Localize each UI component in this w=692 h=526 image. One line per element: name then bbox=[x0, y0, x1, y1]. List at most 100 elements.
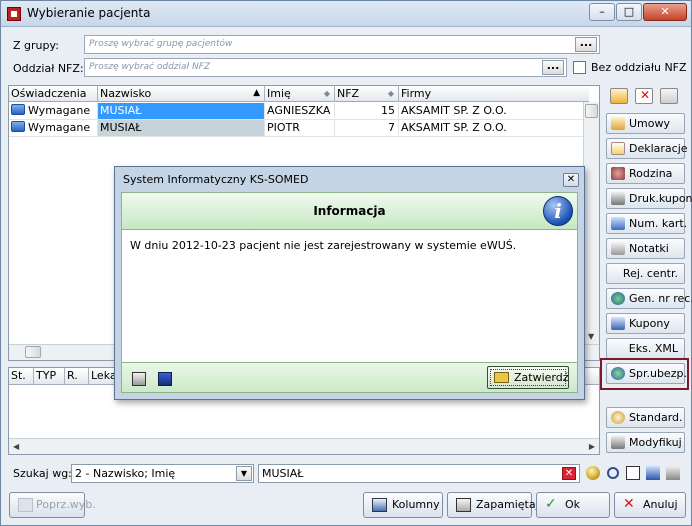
cell-nfz: 15 bbox=[335, 103, 399, 120]
standard-button[interactable]: Standard. bbox=[606, 407, 685, 428]
col-nfz[interactable]: NFZ ◆ bbox=[335, 86, 399, 102]
search-input-value: MUSIAŁ bbox=[262, 467, 304, 480]
family-icon bbox=[611, 167, 625, 180]
dialog-header-title: Informacja bbox=[313, 204, 386, 218]
export-xml-button[interactable]: Eks. XML bbox=[606, 338, 685, 359]
generate-rx-number-button[interactable]: Gen. nr rec. bbox=[606, 288, 692, 309]
scroll-left-icon[interactable]: ◀ bbox=[13, 442, 19, 451]
search-by-label: Szukaj wg: bbox=[13, 467, 72, 480]
close-button[interactable]: ✕ bbox=[643, 3, 687, 21]
notes-button[interactable]: Notatki bbox=[606, 238, 685, 259]
nfz-label: Oddział NFZ: bbox=[13, 62, 84, 75]
columns-icon bbox=[372, 498, 387, 512]
col-typ[interactable]: TYP bbox=[34, 368, 65, 384]
col-nfz-label: NFZ bbox=[337, 87, 360, 100]
network-icon[interactable] bbox=[646, 466, 660, 480]
ok-button[interactable]: ✓ Ok bbox=[536, 492, 610, 518]
scroll-right-icon[interactable]: ▶ bbox=[589, 442, 595, 451]
new-patient-icon[interactable] bbox=[610, 88, 628, 104]
col-oswiadczenia[interactable]: Oświadczenia bbox=[9, 86, 98, 102]
cell-nazwisko: MUSIAŁ bbox=[98, 103, 265, 120]
search-input[interactable]: MUSIAŁ ✕ bbox=[258, 464, 580, 483]
card-number-button[interactable]: Num. kart. bbox=[606, 213, 687, 234]
scroll-down-icon[interactable]: ▼ bbox=[588, 332, 594, 341]
declarations-button[interactable]: Deklaracje bbox=[606, 138, 688, 159]
standard-label: Standard. bbox=[629, 411, 683, 424]
contracts-button[interactable]: Umowy bbox=[606, 113, 685, 134]
ok-label: Ok bbox=[565, 498, 581, 511]
statement-icon bbox=[11, 104, 25, 115]
col-imie[interactable]: Imię ◆ bbox=[265, 86, 335, 102]
col-r[interactable]: R. bbox=[65, 368, 89, 384]
col-st[interactable]: St. bbox=[9, 368, 34, 384]
nfz-browse-button[interactable]: ... bbox=[542, 60, 564, 75]
dialog-body: W dniu 2012-10-23 pacjent nie jest zarej… bbox=[121, 230, 578, 362]
search-icon[interactable] bbox=[607, 467, 619, 479]
no-nfz-checkbox[interactable] bbox=[573, 61, 586, 74]
chevron-down-icon[interactable]: ▼ bbox=[236, 466, 252, 481]
previous-selection-button[interactable]: Poprz.wyb. bbox=[9, 492, 96, 518]
dialog-close-icon[interactable]: ✕ bbox=[563, 173, 579, 187]
remember-button[interactable]: Zapamiętaj bbox=[447, 492, 539, 518]
grid-vertical-scrollbar[interactable]: ▼ bbox=[583, 102, 599, 344]
cancel-button[interactable]: ✕ Anuluj bbox=[614, 492, 686, 518]
confirm-label: Zatwierdź bbox=[514, 371, 569, 384]
central-register-button[interactable]: Rej. centr. bbox=[606, 263, 685, 284]
app-icon bbox=[7, 7, 21, 21]
no-nfz-label: Bez oddziału NFZ bbox=[591, 61, 687, 74]
confirm-button[interactable]: Zatwierdź bbox=[487, 366, 569, 389]
previous-selection-icon bbox=[18, 498, 33, 512]
coupons-button[interactable]: Kupony bbox=[606, 313, 685, 334]
group-combo[interactable]: Proszę wybrać grupę pacjentów ... bbox=[84, 35, 600, 54]
bulb-icon[interactable] bbox=[586, 466, 600, 480]
table-row[interactable]: Wymagane MUSIAŁ AGNIESZKA 15 AKSAMIT SP.… bbox=[9, 103, 589, 120]
cell-firmy: AKSAMIT SP. Z O.O. bbox=[399, 120, 589, 137]
group-browse-button[interactable]: ... bbox=[575, 37, 597, 52]
declarations-label: Deklaracje bbox=[629, 142, 688, 155]
cell-imie: PIOTR bbox=[265, 120, 335, 137]
contracts-icon bbox=[611, 117, 625, 130]
clear-search-icon[interactable]: ✕ bbox=[562, 467, 576, 480]
cell-oswiadczenia-text: Wymagane bbox=[28, 121, 91, 134]
modify-button[interactable]: Modyfikuj bbox=[606, 432, 685, 453]
table-row[interactable]: Wymagane MUSIAŁ PIOTR 7 AKSAMIT SP. Z O.… bbox=[9, 120, 589, 137]
nfz-combo[interactable]: Proszę wybrać oddział NFZ ... bbox=[84, 58, 567, 77]
cell-oswiadczenia-text: Wymagane bbox=[28, 104, 91, 117]
notes-label: Notatki bbox=[629, 242, 669, 255]
group-placeholder: Proszę wybrać grupę pacjentów bbox=[89, 39, 233, 49]
coupons-icon bbox=[611, 317, 625, 330]
search-mode-select[interactable]: 2 - Nazwisko; Imię ▼ bbox=[71, 464, 254, 483]
text-search-icon[interactable] bbox=[626, 466, 640, 480]
group-label: Z grupy: bbox=[13, 39, 59, 52]
print-coupon-button[interactable]: Druk.kupon bbox=[606, 188, 692, 209]
col-firmy[interactable]: Firmy bbox=[399, 86, 589, 102]
window-title: Wybieranie pacjenta bbox=[27, 6, 151, 20]
check-icon: ✓ bbox=[545, 496, 557, 512]
col-imie-sort-icon: ◆ bbox=[323, 89, 330, 98]
family-button[interactable]: Rodzina bbox=[606, 163, 685, 184]
standard-icon bbox=[611, 411, 625, 424]
col-nazwisko[interactable]: Nazwisko ▲ bbox=[98, 86, 265, 102]
print-coupon-label: Druk.kupon bbox=[629, 192, 692, 205]
col-imie-label: Imię bbox=[267, 87, 291, 100]
cell-firmy: AKSAMIT SP. Z O.O. bbox=[399, 103, 589, 120]
maximize-button[interactable]: □ bbox=[616, 3, 642, 21]
cell-oswiadczenia: Wymagane bbox=[9, 120, 98, 137]
save-icon[interactable] bbox=[158, 372, 172, 386]
columns-button[interactable]: Kolumny bbox=[363, 492, 443, 518]
family-label: Rodzina bbox=[629, 167, 673, 180]
info-icon: i bbox=[543, 196, 573, 226]
grid-vscroll-thumb[interactable] bbox=[585, 104, 598, 118]
sort-az-icon[interactable] bbox=[666, 466, 680, 480]
declarations-icon bbox=[611, 142, 625, 155]
dialog-title: System Informatyczny KS-SOMED bbox=[123, 173, 309, 186]
copy-icon[interactable] bbox=[132, 372, 146, 386]
delete-patient-icon[interactable]: ✕ bbox=[635, 88, 653, 104]
contracts-label: Umowy bbox=[629, 117, 671, 130]
details-horizontal-scrollbar[interactable]: ◀ ▶ bbox=[9, 438, 599, 454]
title-bar: Wybieranie pacjenta – □ ✕ bbox=[1, 1, 691, 27]
search-mode-value: 2 - Nazwisko; Imię bbox=[75, 467, 176, 480]
grid-hscroll-thumb[interactable] bbox=[25, 346, 41, 358]
list-options-icon[interactable] bbox=[660, 88, 678, 104]
minimize-button[interactable]: – bbox=[589, 3, 615, 21]
